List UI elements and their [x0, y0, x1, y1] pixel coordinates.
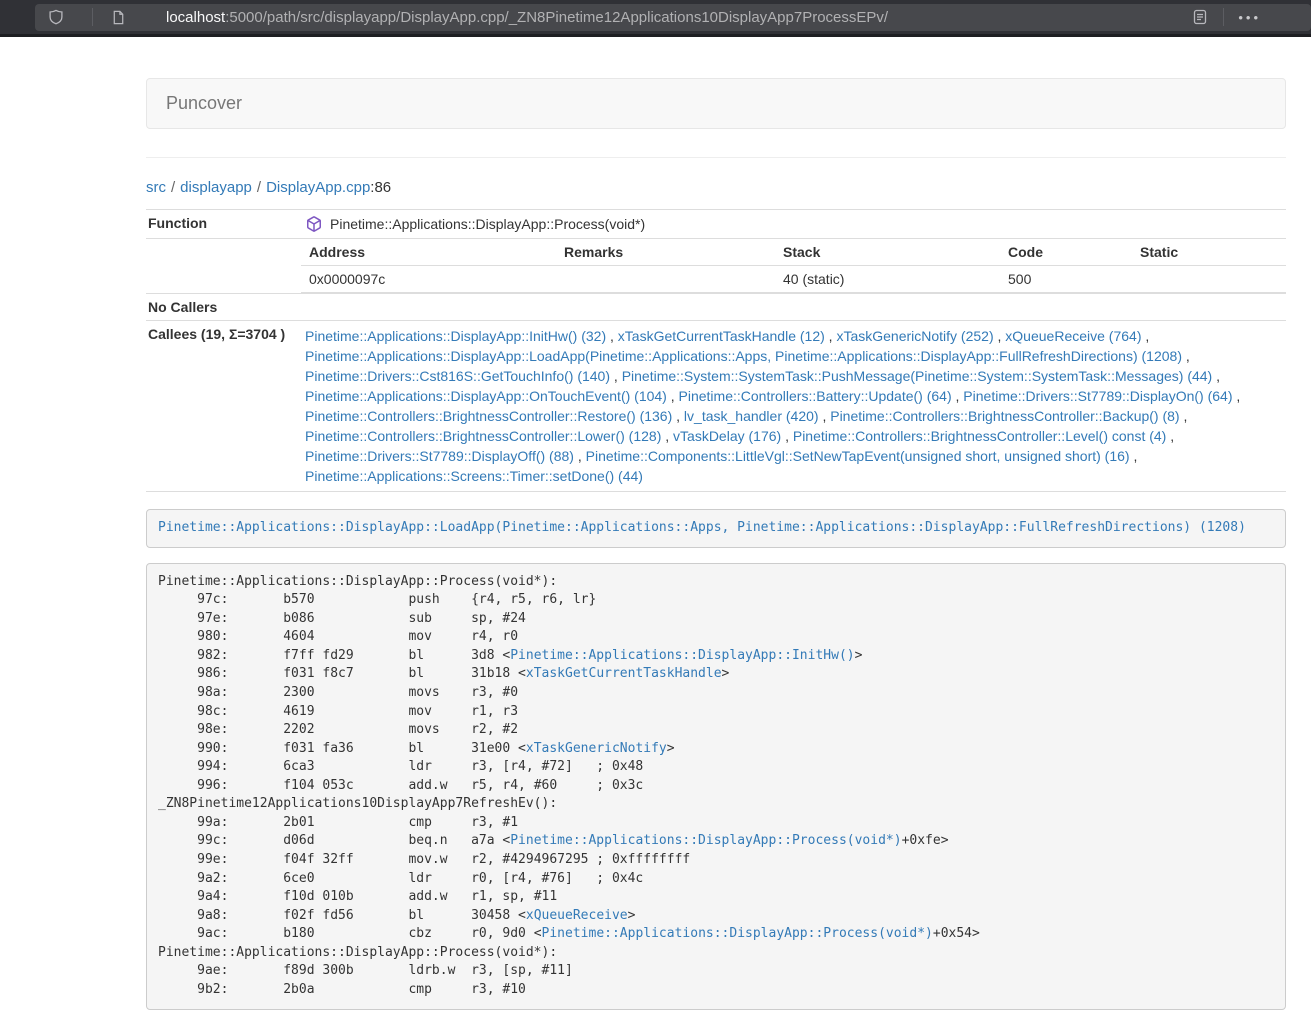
- highlighted-callee-box: Pinetime::Applications::DisplayApp::Load…: [146, 509, 1286, 548]
- col-header-static: Static: [1132, 239, 1286, 266]
- callee-separator: ,: [1180, 408, 1188, 424]
- static-value: [1132, 266, 1286, 293]
- divider: [146, 157, 1286, 158]
- breadcrumb-separator: /: [171, 179, 175, 196]
- callee-link[interactable]: Pinetime::Drivers::St7789::DisplayOff() …: [305, 448, 574, 464]
- col-header-code: Code: [1000, 239, 1132, 266]
- no-callers-label: No Callers: [146, 294, 301, 321]
- stack-value: 40 (static): [775, 266, 1000, 293]
- breadcrumb-line-number: :86: [370, 179, 391, 196]
- col-header-address: Address: [301, 239, 556, 266]
- callee-link[interactable]: Pinetime::Controllers::Battery::Update()…: [679, 388, 952, 404]
- callee-link[interactable]: Pinetime::Controllers::BrightnessControl…: [830, 408, 1179, 424]
- callee-link[interactable]: xTaskGetCurrentTaskHandle (12): [618, 328, 825, 344]
- callee-separator: ,: [672, 408, 684, 424]
- callee-link[interactable]: Pinetime::Drivers::St7789::DisplayOn() (…: [963, 388, 1232, 404]
- callers-row: No Callers: [146, 294, 1286, 321]
- callee-link[interactable]: Pinetime::System::SystemTask::PushMessag…: [622, 368, 1213, 384]
- callee-separator: ,: [994, 328, 1006, 344]
- callee-separator: ,: [1182, 348, 1190, 364]
- loadapp-link[interactable]: Pinetime::Applications::DisplayApp::Load…: [158, 520, 1246, 535]
- callee-separator: ,: [606, 328, 618, 344]
- disasm-symbol-link[interactable]: Pinetime::Applications::DisplayApp::Proc…: [542, 926, 933, 941]
- code-value: 500: [1000, 266, 1132, 293]
- callee-link[interactable]: xQueueReceive (764): [1005, 328, 1141, 344]
- callee-separator: ,: [952, 388, 964, 404]
- disasm-symbol-link[interactable]: xTaskGenericNotify: [526, 741, 667, 756]
- brand-link[interactable]: Puncover: [147, 93, 242, 114]
- callee-link[interactable]: xTaskGenericNotify (252): [836, 328, 993, 344]
- browser-toolbar: localhost:5000/path/src/displayapp/Displ…: [0, 0, 1311, 37]
- url-host: localhost: [166, 9, 225, 26]
- disasm-symbol-link[interactable]: xQueueReceive: [526, 908, 628, 923]
- callee-link[interactable]: Pinetime::Components::LittleVgl::SetNewT…: [586, 448, 1130, 464]
- page-icon[interactable]: [109, 8, 127, 26]
- function-label: Function: [146, 210, 301, 239]
- callees-list: Pinetime::Applications::DisplayApp::Init…: [301, 321, 1286, 492]
- callee-separator: ,: [610, 368, 622, 384]
- navbar: Puncover: [146, 78, 1286, 129]
- disassembly-listing: Pinetime::Applications::DisplayApp::Proc…: [146, 563, 1286, 1010]
- callee-link[interactable]: Pinetime::Applications::DisplayApp::Init…: [305, 328, 606, 344]
- stats-table: Address Remarks Stack Code Static 0x0000…: [301, 239, 1286, 293]
- breadcrumb: src / displayapp / DisplayApp.cpp:86: [146, 179, 1286, 196]
- callee-separator: ,: [1233, 388, 1241, 404]
- stats-values-row: 0x0000097c 40 (static) 500: [301, 266, 1286, 293]
- callee-separator: ,: [1130, 448, 1138, 464]
- address-value: 0x0000097c: [301, 266, 556, 293]
- urlbar-divider: [1223, 8, 1224, 26]
- callee-separator: ,: [781, 428, 793, 444]
- callee-separator: ,: [1212, 368, 1220, 384]
- breadcrumb-link-displayapp[interactable]: displayapp: [180, 179, 252, 196]
- callee-separator: ,: [1166, 428, 1174, 444]
- disasm-symbol-link[interactable]: xTaskGetCurrentTaskHandle: [526, 666, 722, 681]
- page-container: Puncover src / displayapp / DisplayApp.cpp:8…: [146, 78, 1286, 1010]
- callee-link[interactable]: Pinetime::Controllers::BrightnessControl…: [305, 428, 661, 444]
- url-text: localhost:5000/path/src/displayapp/Displ…: [166, 9, 888, 26]
- col-header-stack: Stack: [775, 239, 1000, 266]
- more-icon[interactable]: •••: [1238, 11, 1261, 24]
- callee-separator: ,: [667, 388, 679, 404]
- callee-link[interactable]: Pinetime::Drivers::Cst816S::GetTouchInfo…: [305, 368, 610, 384]
- callee-separator: ,: [574, 448, 586, 464]
- callee-separator: ,: [819, 408, 831, 424]
- callees-label: Callees (19, Σ=3704 ): [146, 321, 301, 492]
- shield-icon[interactable]: [47, 8, 65, 26]
- remarks-value: [556, 266, 775, 293]
- callees-row: Callees (19, Σ=3704 ) Pinetime::Applicat…: [146, 321, 1286, 492]
- callee-separator: ,: [1141, 328, 1149, 344]
- disasm-symbol-link[interactable]: Pinetime::Applications::DisplayApp::Proc…: [510, 833, 901, 848]
- callee-separator: ,: [661, 428, 673, 444]
- callee-link[interactable]: lv_task_handler (420): [684, 408, 819, 424]
- function-name: Pinetime::Applications::DisplayApp::Proc…: [330, 216, 645, 232]
- callee-link[interactable]: Pinetime::Applications::Screens::Timer::…: [305, 468, 643, 484]
- callee-link[interactable]: vTaskDelay (176): [673, 428, 781, 444]
- disasm-symbol-link[interactable]: Pinetime::Applications::DisplayApp::Init…: [510, 648, 854, 663]
- urlbar-divider: [92, 8, 93, 26]
- breadcrumb-link-src[interactable]: src: [146, 179, 166, 196]
- callee-link[interactable]: Pinetime::Controllers::BrightnessControl…: [793, 428, 1166, 444]
- package-icon: [305, 215, 323, 233]
- breadcrumb-separator: /: [257, 179, 261, 196]
- callee-link[interactable]: Pinetime::Applications::DisplayApp::Load…: [305, 348, 1182, 364]
- url-path: :5000/path/src/displayapp/DisplayApp.cpp…: [225, 9, 888, 26]
- reader-mode-icon[interactable]: [1191, 8, 1209, 26]
- function-info-table: Function Pinetime::Applications::Display…: [146, 209, 1286, 492]
- callee-separator: ,: [825, 328, 837, 344]
- col-header-remarks: Remarks: [556, 239, 775, 266]
- breadcrumb-link-file[interactable]: DisplayApp.cpp: [266, 179, 370, 196]
- callee-link[interactable]: Pinetime::Controllers::BrightnessControl…: [305, 408, 672, 424]
- stats-row: Address Remarks Stack Code Static 0x0000…: [146, 239, 1286, 294]
- url-bar[interactable]: localhost:5000/path/src/displayapp/Displ…: [35, 4, 1311, 31]
- function-row: Function Pinetime::Applications::Display…: [146, 210, 1286, 239]
- callee-link[interactable]: Pinetime::Applications::DisplayApp::OnTo…: [305, 388, 667, 404]
